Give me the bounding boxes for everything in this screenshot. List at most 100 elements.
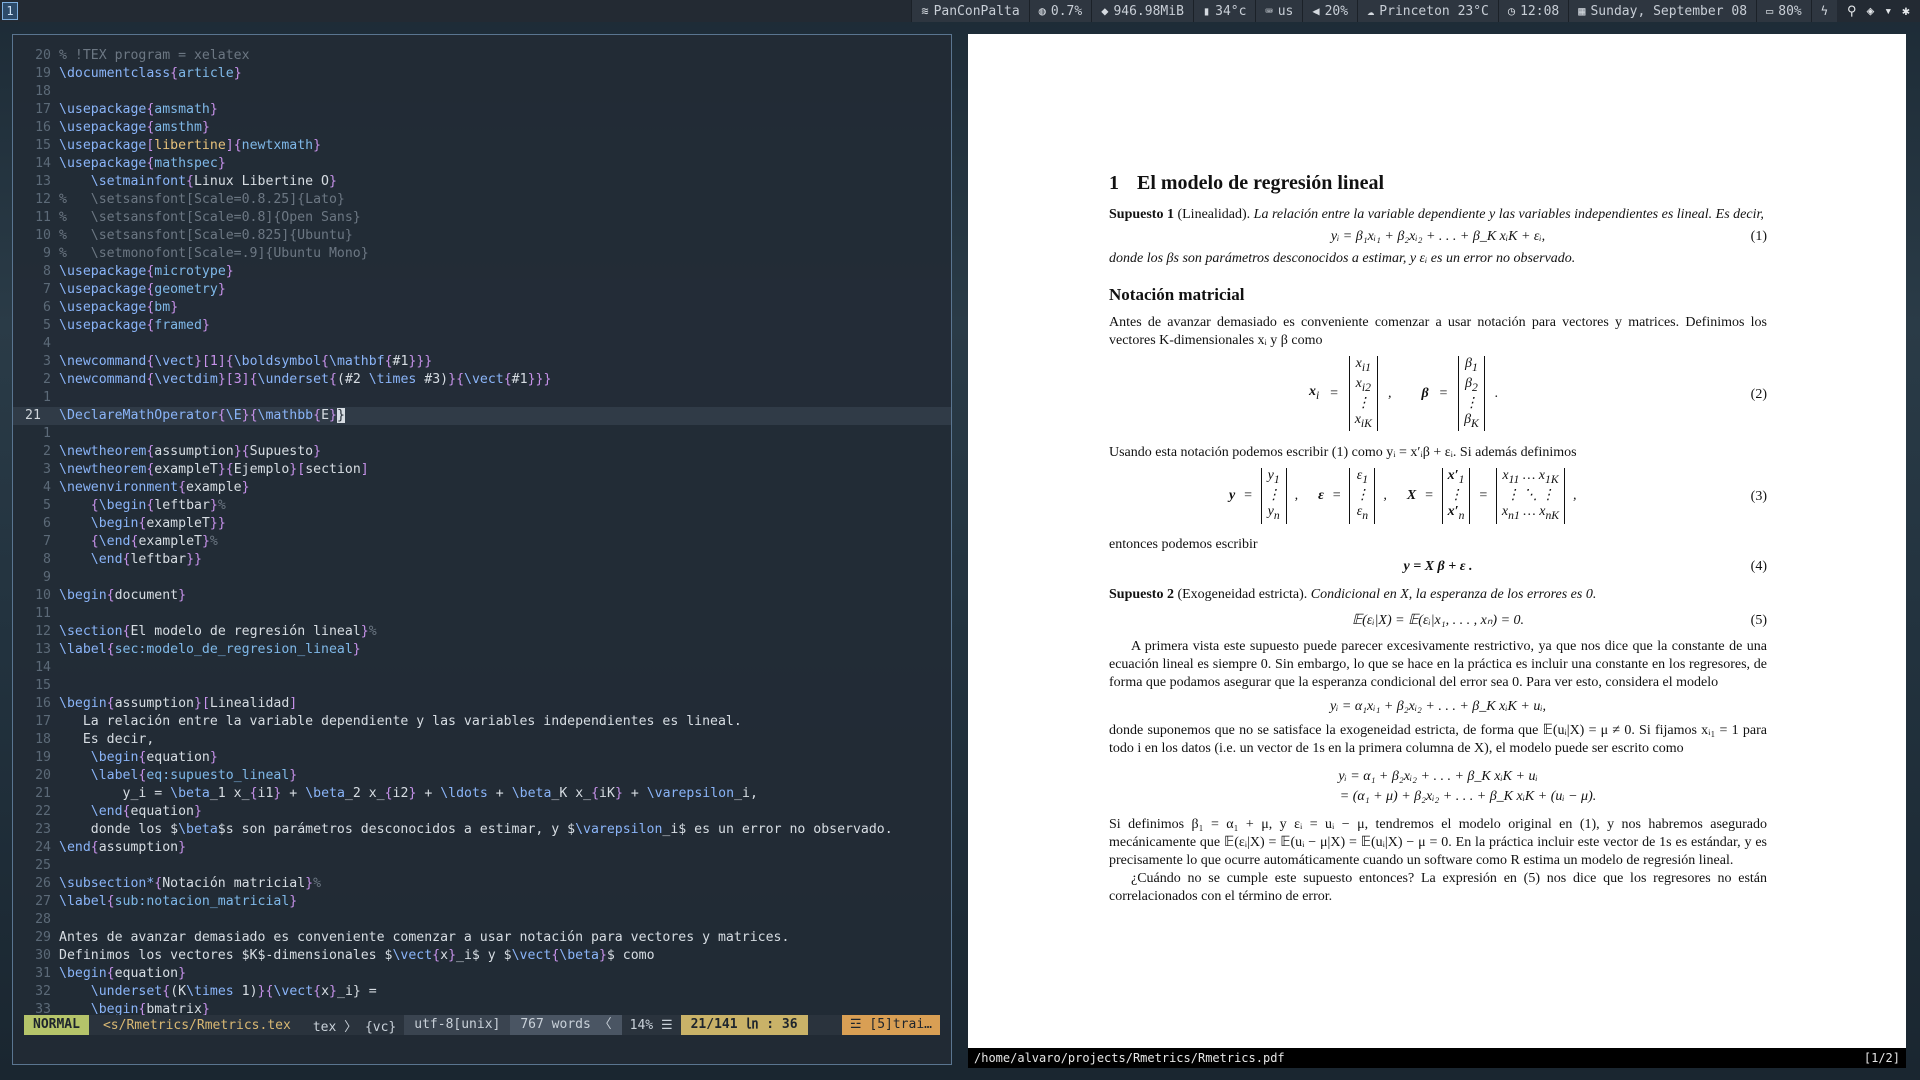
line-number: 5 [43, 498, 51, 513]
code-line[interactable]: 17 \usepackage{amsmath} [13, 101, 951, 119]
code-line[interactable]: 11 [13, 605, 951, 623]
tray-icon[interactable]: ✱ [1902, 4, 1910, 19]
pdf-viewer[interactable]: 1 El modelo de regresión lineal Supuesto … [968, 34, 1906, 1048]
code-line[interactable]: 8 \end{leftbar}} [13, 551, 951, 569]
code-line[interactable]: 12 \section{El modelo de regresión lineal… [13, 623, 951, 641]
code-line[interactable]: 21 \DeclareMathOperator{\E}{\mathbb{E}} [13, 407, 951, 425]
code-line[interactable]: 4 \newenvironment{example} [13, 479, 951, 497]
code-line[interactable]: 20 \label{eq:supuesto_lineal} [13, 767, 951, 785]
line-text: \usepackage[libertine]{newtxmath} [59, 137, 951, 155]
code-token: } [178, 840, 187, 855]
code-line[interactable]: 7 \usepackage{geometry} [13, 281, 951, 299]
code-line[interactable]: 10 \begin{document} [13, 587, 951, 605]
status-segment[interactable]: ϟ [1810, 0, 1837, 22]
code-token: \usepackage [59, 138, 147, 153]
status-segment[interactable]: ▮ 34°c [1192, 0, 1256, 22]
code-line[interactable]: 1 [13, 425, 951, 443]
code-line[interactable]: 6 \usepackage{bm} [13, 299, 951, 317]
code-line[interactable]: 23 donde los $\beta$s son parámetros des… [13, 821, 951, 839]
code-line[interactable]: 8 \usepackage{microtype} [13, 263, 951, 281]
code-line[interactable]: 32 \underset{(K\times 1)}{\vect{x}_i} = [13, 983, 951, 1001]
code-token: }{ [241, 408, 258, 423]
code-line[interactable]: 14 [13, 659, 951, 677]
code-line[interactable]: 24 \end{assumption} [13, 839, 951, 857]
status-segment[interactable]: ▭ 80% [1756, 0, 1811, 22]
status-segment[interactable]: ◆ 946.98MiB [1091, 0, 1193, 22]
code-line[interactable]: 20 % !TEX program = xelatex [13, 47, 951, 65]
status-segment[interactable]: ≋ PanConPalta [911, 0, 1029, 22]
status-segment-text: 946.98MiB [1113, 3, 1184, 19]
code-line[interactable]: 16 \begin{assumption}[Linealidad] [13, 695, 951, 713]
code-line[interactable]: 27 \label{sub:notacion_matricial} [13, 893, 951, 911]
code-line[interactable]: 18 Es decir, [13, 731, 951, 749]
code-line[interactable]: 26 \subsection*{Notación matricial}% [13, 875, 951, 893]
code-token: \vect [154, 354, 194, 369]
status-segment[interactable]: ◷ 12:08 [1497, 0, 1569, 22]
code-line[interactable]: 29 Antes de avanzar demasiado es convenie… [13, 929, 951, 947]
code-line[interactable]: 30 Definimos los vectores $K$-dimensional… [13, 947, 951, 965]
code-line[interactable]: 3 \newtheorem{exampleT}{Ejemplo}[section] [13, 461, 951, 479]
code-line[interactable]: 2 \newtheorem{assumption}{Supuesto} [13, 443, 951, 461]
line-number: 14 [35, 156, 51, 171]
line-number: 31 [35, 966, 51, 981]
tray-icon[interactable]: ▾ [1884, 4, 1892, 19]
code-token: { [313, 408, 322, 423]
code-line[interactable]: 9 % \setmonofont[Scale=.9]{Ubuntu Mono} [13, 245, 951, 263]
status-segment[interactable]: ◍ 0.7% [1028, 0, 1092, 22]
code-line[interactable]: 10 % \setsansfont[Scale=0.825]{Ubuntu} [13, 227, 951, 245]
code-line[interactable]: 15 [13, 677, 951, 695]
code-line[interactable]: 25 [13, 857, 951, 875]
code-line[interactable]: 14 \usepackage{mathspec} [13, 155, 951, 173]
code-line[interactable]: 22 \end{equation} [13, 803, 951, 821]
line-text: \label{eq:supuesto_lineal} [59, 767, 951, 785]
status-segment[interactable]: ◀ 20% [1302, 0, 1358, 22]
code-token: { [170, 66, 179, 81]
code-token: } [201, 318, 210, 333]
line-number: 28 [35, 912, 51, 927]
section-number: 1 [1109, 172, 1119, 194]
code-token: \varepsilon [646, 786, 735, 801]
code-line[interactable]: 11 % \setsansfont[Scale=0.8]{Open Sans} [13, 209, 951, 227]
code-line[interactable]: 18 [13, 83, 951, 101]
code-line[interactable]: 3 \newcommand{\vect}[1]{\boldsymbol{\math… [13, 353, 951, 371]
code-line[interactable]: 13 \label{sec:modelo_de_regresion_lineal} [13, 641, 951, 659]
code-token: } [360, 624, 369, 639]
code-line[interactable]: 17 La relación entre la variable dependi… [13, 713, 951, 731]
code-line[interactable]: 15 \usepackage[libertine]{newtxmath} [13, 137, 951, 155]
code-line[interactable]: 12 % \setsansfont[Scale=0.8.25]{Lato} [13, 191, 951, 209]
code-line[interactable]: 28 [13, 911, 951, 929]
tray-icon[interactable]: ⚲ [1847, 4, 1857, 19]
code-line[interactable]: 1 [13, 389, 951, 407]
equation-4: y = X β + ε . (4) [1109, 558, 1767, 576]
status-segment[interactable]: ☁ Princeton 23°C [1357, 0, 1498, 22]
code-line[interactable]: 16 \usepackage{amsthm} [13, 119, 951, 137]
status-segment[interactable]: ⌨ us [1255, 0, 1303, 22]
code-line[interactable]: 7 {\end{exampleT}% [13, 533, 951, 551]
code-line[interactable]: 5 {\begin{leftbar}% [13, 497, 951, 515]
code-token: iK [599, 786, 615, 801]
code-line[interactable]: 21 y_i = \beta_1 x_{i1} + \beta_2 x_{i2}… [13, 785, 951, 803]
code-area[interactable]: 20% !TEX program = xelatex 19 \documentcla… [13, 47, 951, 1019]
code-line[interactable]: 9 [13, 569, 951, 587]
line-text: \begin{assumption}[Linealidad] [59, 695, 951, 713]
code-token: (K [170, 984, 187, 999]
code-token: } [448, 948, 457, 963]
code-token: \DeclareMathOperator [59, 408, 218, 423]
code-line[interactable]: 19 \documentclass{article} [13, 65, 951, 83]
code-token: } [305, 876, 314, 891]
code-token: \mathbf [329, 354, 385, 369]
code-line[interactable]: 19 \begin{equation} [13, 749, 951, 767]
workspace-indicator[interactable]: 1 [2, 2, 18, 20]
code-line[interactable]: 31 \begin{equation} [13, 965, 951, 983]
code-line[interactable]: 2 \newcommand{\vectdim}[3]{\underset{(#2 … [13, 371, 951, 389]
vim-editor-window[interactable]: 20% !TEX program = xelatex 19 \documentcla… [12, 34, 952, 1065]
status-segment-text: 34°c [1215, 3, 1247, 19]
status-segment[interactable]: ▦ Sunday, September 08 [1568, 0, 1757, 22]
code-line[interactable]: 6 \begin{exampleT}} [13, 515, 951, 533]
code-line[interactable]: 4 [13, 335, 951, 353]
code-line[interactable]: 5 \usepackage{framed} [13, 317, 951, 335]
code-token: } [313, 444, 322, 459]
tray-icon[interactable]: ◈ [1867, 4, 1875, 19]
code-token: } [313, 138, 322, 153]
code-line[interactable]: 13 \setmainfont{Linux Libertine O} [13, 173, 951, 191]
